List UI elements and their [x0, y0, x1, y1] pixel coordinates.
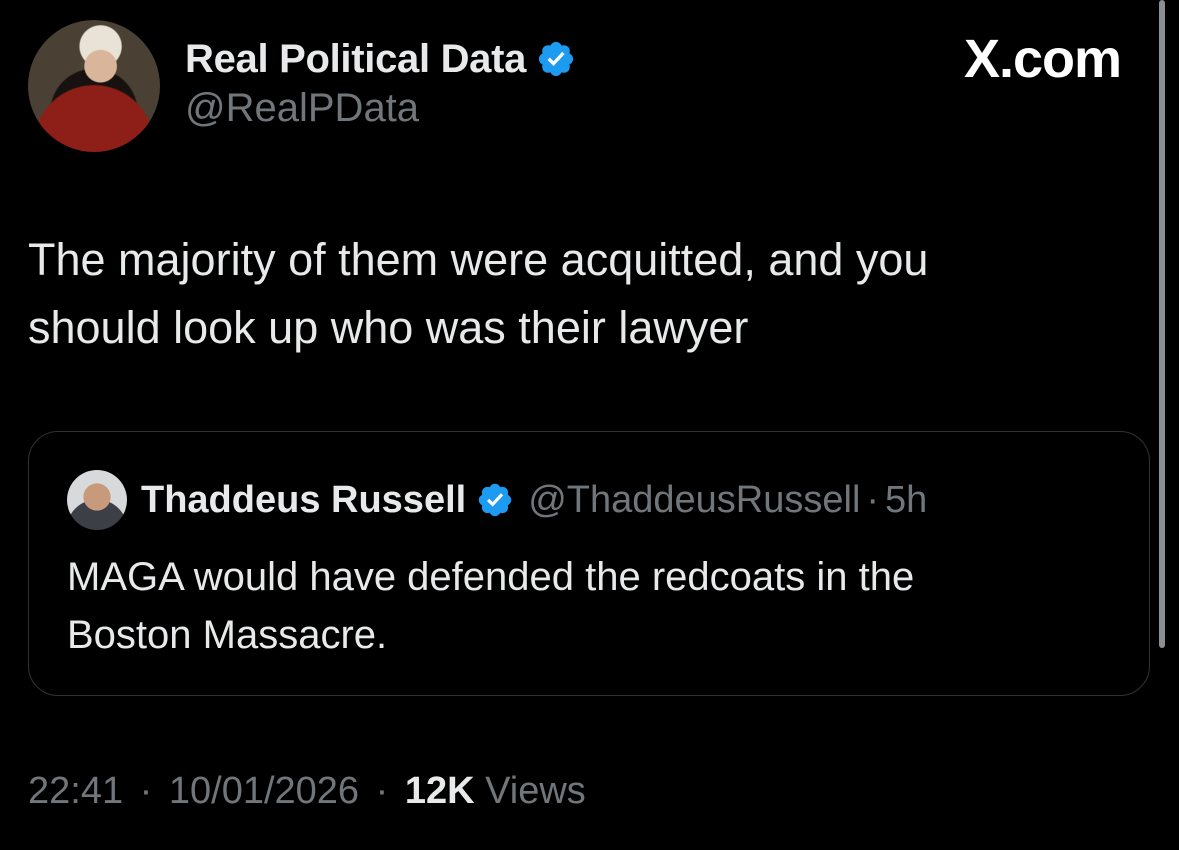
verified-badge-icon: [539, 41, 574, 77]
quoted-tweet-text: MAGA would have defended the redcoats in…: [67, 548, 914, 664]
quoted-tweet-text-line: MAGA would have defended the redcoats in…: [67, 555, 915, 599]
tweet-text-line: should look up who was their lawyer: [28, 302, 749, 353]
views-label: Views: [485, 770, 586, 812]
scrollbar[interactable]: [1159, 0, 1165, 648]
quoted-tweet-text-line: Boston Massacre.: [67, 613, 388, 657]
tweet-footer: 22:41 · 10/01/2026 · 12K Views: [28, 770, 586, 813]
x-com-watermark: X.com: [963, 29, 1122, 89]
footer-separator: ·: [139, 770, 153, 812]
author-avatar[interactable]: [28, 20, 160, 152]
author-name[interactable]: Real Political Data: [185, 37, 526, 82]
quoted-tweet-header: Thaddeus Russell @ThaddeusRussell · 5h: [67, 470, 927, 530]
tweet-time[interactable]: 22:41: [28, 770, 123, 812]
tweet-text-line: The majority of them were acquitted, and…: [28, 234, 929, 285]
quoted-tweet-card[interactable]: Thaddeus Russell @ThaddeusRussell · 5h M…: [28, 431, 1150, 696]
quoted-author-name: Thaddeus Russell: [141, 478, 467, 521]
tweet-text: The majority of them were acquitted, and…: [28, 226, 1128, 362]
meta-separator: ·: [866, 478, 880, 521]
author-handle[interactable]: @RealPData: [185, 86, 419, 131]
verified-badge-icon: [478, 483, 512, 517]
tweet-date[interactable]: 10/01/2026: [169, 770, 359, 812]
quoted-author-avatar: [67, 470, 127, 530]
footer-separator: ·: [375, 770, 389, 812]
quoted-tweet-age: 5h: [885, 478, 928, 521]
quoted-author-handle: @ThaddeusRussell: [528, 478, 861, 521]
author-name-row: Real Political Data: [185, 34, 576, 84]
views-count[interactable]: 12K: [405, 770, 475, 812]
